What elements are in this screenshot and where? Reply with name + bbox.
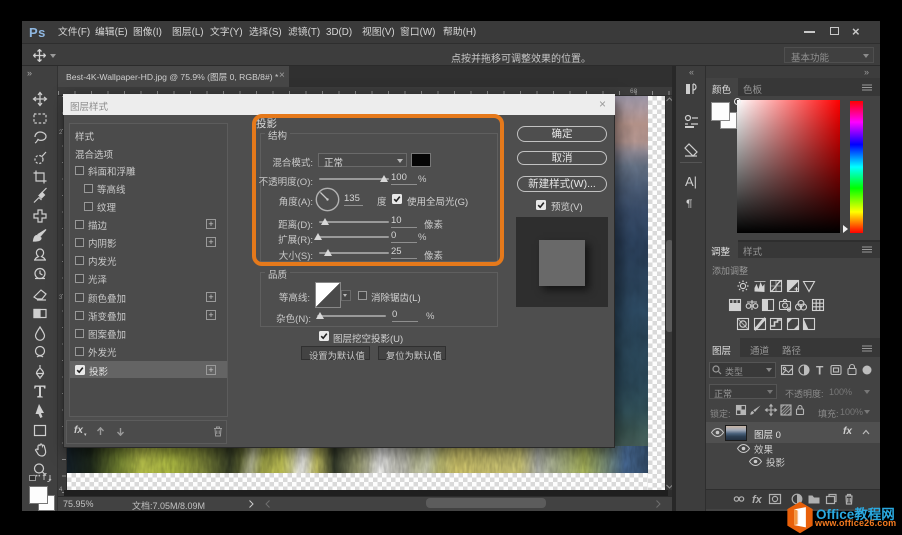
- svg-text:¶: ¶: [686, 197, 692, 208]
- svg-text:T: T: [816, 364, 824, 378]
- svg-text:A|: A|: [685, 174, 697, 189]
- svg-text:fx: fx: [752, 494, 763, 506]
